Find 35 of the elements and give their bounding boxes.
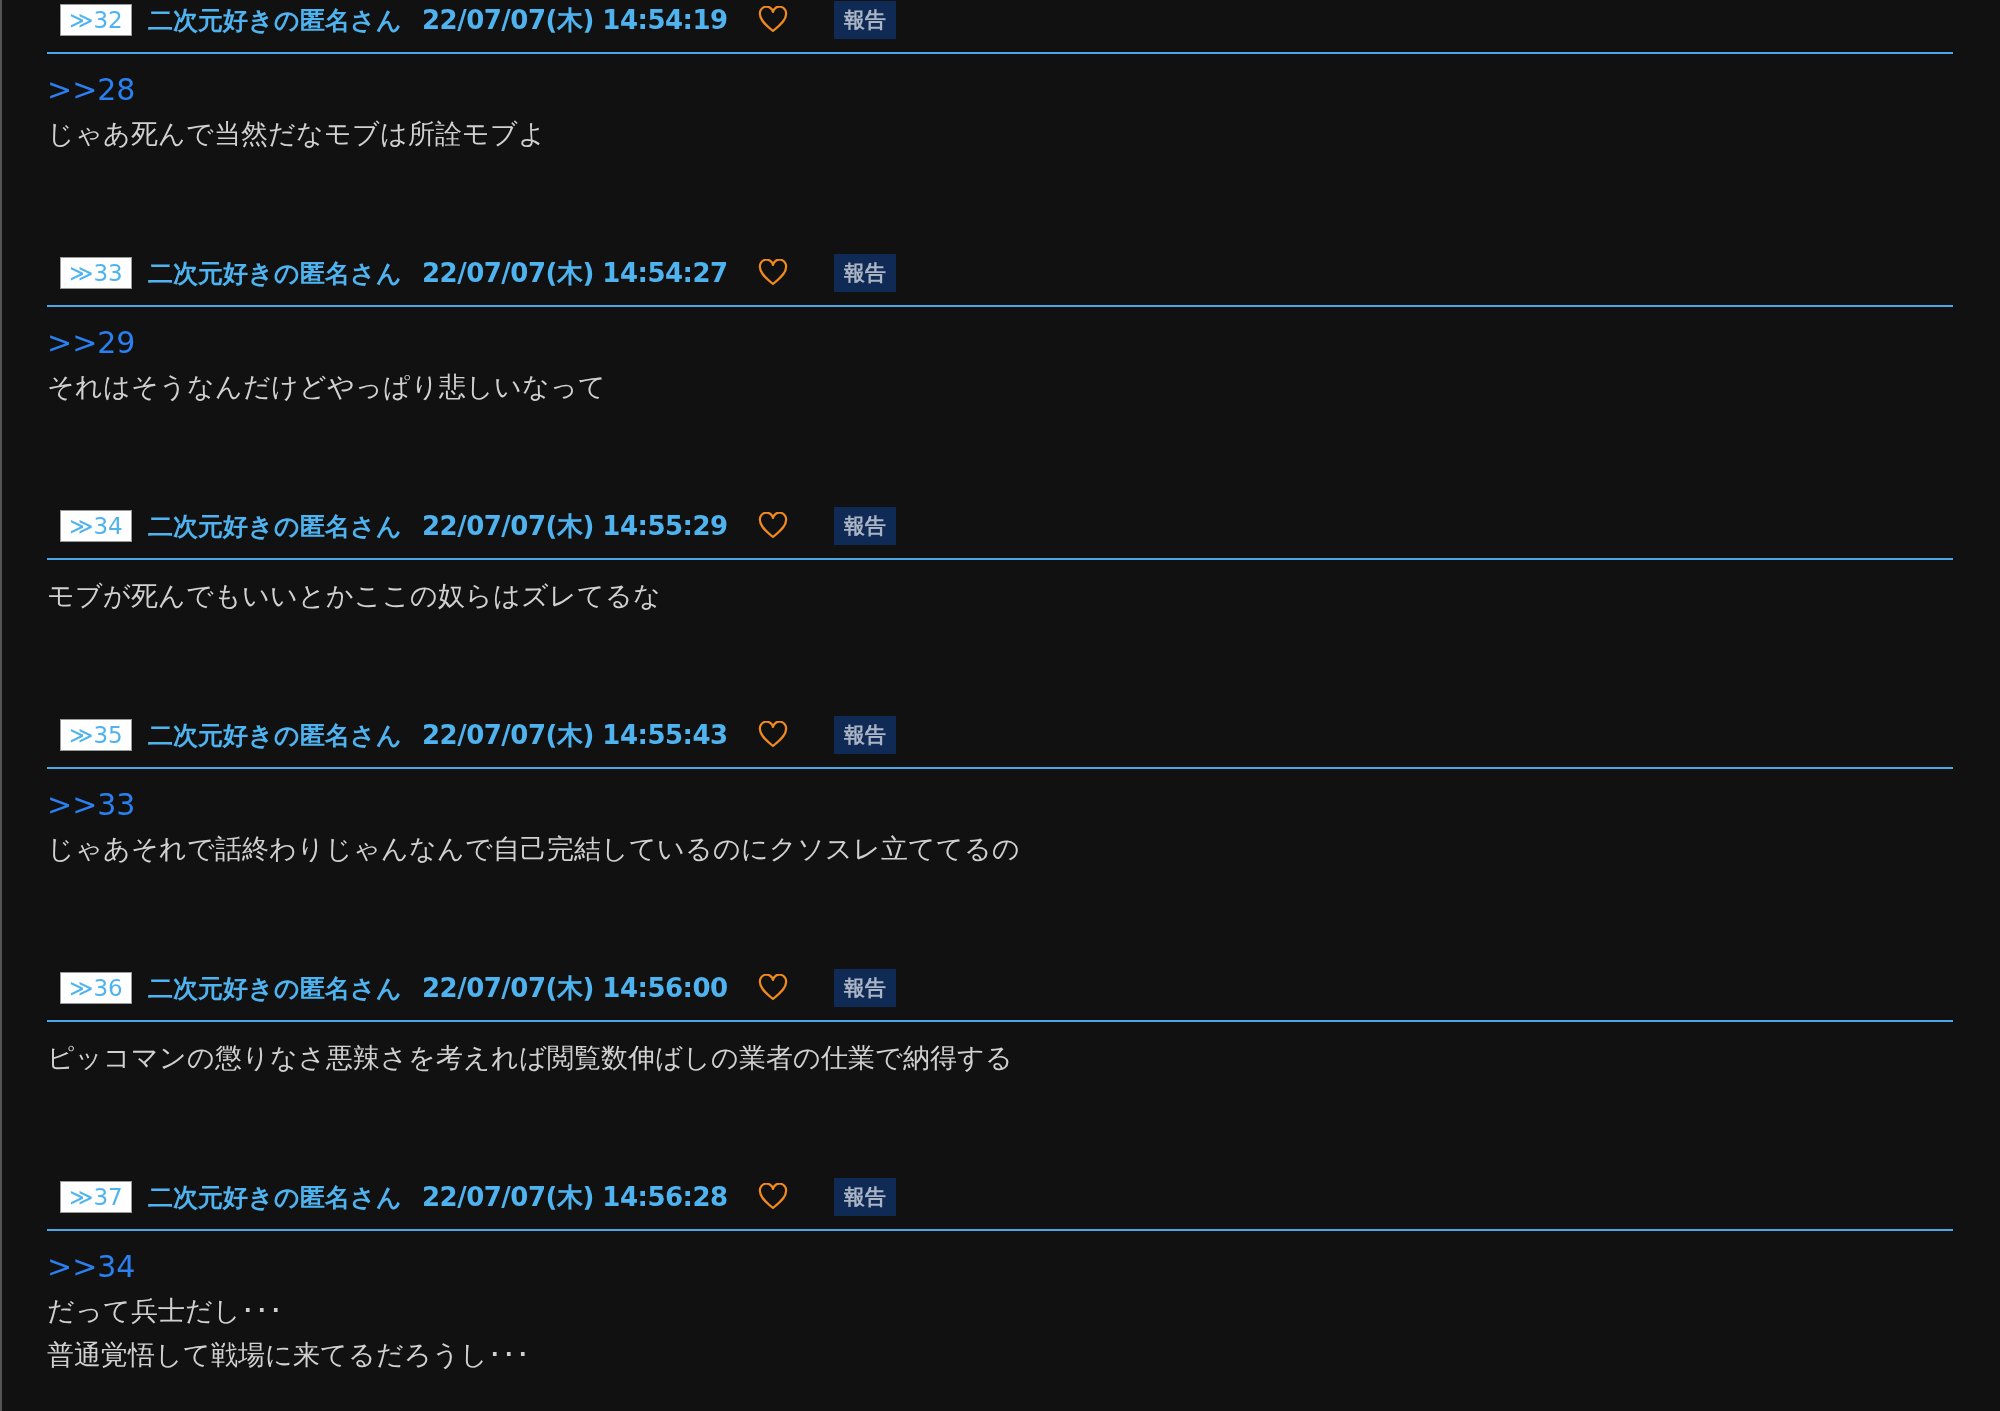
report-button[interactable]: 報告 [833, 507, 896, 545]
post-text: じゃあそれで話終わりじゃんなんで自己完結しているのにクソスレ立ててるの [47, 832, 1021, 866]
post-date: 22/07/07(木) 14:56:28 [422, 1180, 728, 1214]
post-date: 22/07/07(木) 14:55:29 [422, 509, 728, 543]
heart-icon[interactable] [757, 1183, 788, 1211]
report-button[interactable]: 報告 [833, 969, 896, 1007]
reply-link[interactable]: >>28 [47, 68, 136, 112]
poster-name: 二次元好きの匿名さん [148, 719, 402, 752]
post-date: 22/07/07(木) 14:54:27 [422, 256, 728, 290]
post-text: じゃあ死んで当然だなモブは所詮モブよ [47, 117, 547, 151]
post-date: 22/07/07(木) 14:55:43 [422, 718, 728, 752]
poster-name: 二次元好きの匿名さん [148, 4, 402, 37]
post-text: だって兵士だし･･･ [47, 1294, 284, 1328]
heart-icon[interactable] [757, 6, 788, 34]
report-button[interactable]: 報告 [833, 1, 896, 39]
reply-link[interactable]: >>34 [47, 1245, 136, 1289]
post-text: 普通覚悟して戦場に来てるだろうし･･･ [47, 1338, 531, 1372]
poster-name: 二次元好きの匿名さん [148, 510, 402, 543]
post-date: 22/07/07(木) 14:56:00 [422, 971, 728, 1005]
post-text: ピッコマンの懲りなさ悪辣さを考えれば閲覧数伸ばしの業者の仕業で納得する [47, 1041, 1014, 1075]
heart-icon[interactable] [757, 259, 788, 287]
report-button[interactable]: 報告 [833, 1178, 896, 1216]
report-button[interactable]: 報告 [833, 716, 896, 754]
heart-icon[interactable] [757, 974, 788, 1002]
post-text: それはそうなんだけどやっぱり悲しいなって [47, 370, 607, 404]
report-button[interactable]: 報告 [833, 254, 896, 292]
post-date: 22/07/07(木) 14:54:19 [422, 3, 728, 37]
post-text: モブが死んでもいいとかここの奴らはズレてるな [47, 579, 662, 613]
heart-icon[interactable] [757, 721, 788, 749]
heart-icon[interactable] [757, 512, 788, 540]
reply-link[interactable]: >>29 [47, 321, 136, 365]
poster-name: 二次元好きの匿名さん [148, 972, 402, 1005]
reply-link[interactable]: >>33 [47, 783, 136, 827]
poster-name: 二次元好きの匿名さん [148, 1181, 402, 1214]
poster-name: 二次元好きの匿名さん [148, 257, 402, 290]
